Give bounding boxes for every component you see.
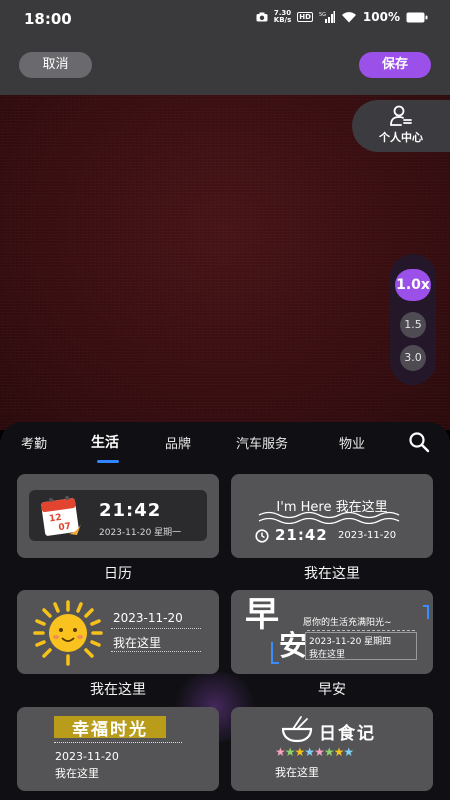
tab-life[interactable]: 生活 (91, 432, 119, 452)
sun-card-date: 2023-11-20 (113, 611, 183, 625)
network-speed: 7.30 KB/s (273, 9, 292, 24)
clock-icon (255, 529, 269, 543)
food-diary-title: 日食记 (319, 724, 376, 744)
watermark-card-happy-time[interactable]: 幸福时光 2023-11-20 我在这里 (17, 707, 219, 791)
battery-percent: 100% (362, 10, 400, 24)
hd-badge: HD (297, 12, 313, 22)
category-tabs: 考勤 生活 品牌 汽车服务 物业 (0, 422, 450, 464)
corner-bracket (271, 642, 279, 664)
star-decoration: ★★★★★★★★ (275, 745, 354, 759)
signal-icon: 5G (319, 11, 335, 23)
watermark-card-good-morning[interactable]: 早 安 愿你的生活充满阳光~ 2023-11-20 星期四 我在这里 (231, 590, 433, 674)
watermark-card-sun[interactable]: 2023-11-20 我在这里 (17, 590, 219, 674)
wave-decoration (258, 511, 400, 524)
im-here-time: 21:42 (275, 526, 328, 544)
tab-car-service[interactable]: 汽车服务 (236, 433, 288, 452)
calendar-time: 21:42 (99, 500, 162, 521)
zoom-option-1-5x[interactable]: 1.5 (400, 312, 426, 338)
status-bar: 18:00 7.30 KB/s HD 5G 100% (0, 0, 450, 38)
tab-attendance[interactable]: 考勤 (21, 433, 47, 452)
watermark-card-food-diary[interactable]: 日食记 ★★★★★★★★ 我在这里 (231, 707, 433, 791)
good-morning-wish: 愿你的生活充满阳光~ (303, 618, 392, 628)
calendar-icon: 12 07 (41, 496, 81, 536)
divider (307, 630, 415, 631)
user-profile-icon (390, 105, 412, 126)
corner-bracket (423, 605, 429, 619)
calendar-panel: 12 07 21:42 2023-11-20 星期一 (29, 490, 207, 541)
camera-icon (256, 12, 268, 22)
good-morning-char-1: 早 (245, 595, 279, 635)
sun-icon (33, 600, 103, 666)
battery-icon (406, 12, 428, 22)
zoom-selector: 1.0x 1.5 3.0 (390, 254, 436, 385)
active-tab-indicator (97, 460, 119, 463)
card-label-im-here: 我在这里 (304, 566, 360, 582)
cancel-button[interactable]: 取消 (19, 52, 92, 78)
top-bar: 18:00 7.30 KB/s HD 5G 100% 取消 保存 (0, 0, 450, 95)
search-icon[interactable] (408, 431, 430, 453)
watermark-card-calendar[interactable]: 12 07 21:42 2023-11-20 星期一 (17, 474, 219, 558)
zoom-option-3x[interactable]: 3.0 (400, 345, 426, 371)
save-button[interactable]: 保存 (359, 52, 431, 78)
good-morning-text: 我在这里 (309, 650, 346, 660)
happy-time-text: 我在这里 (55, 767, 99, 780)
svg-text:5G: 5G (319, 12, 326, 18)
status-icons: 7.30 KB/s HD 5G 100% (256, 10, 428, 24)
sun-card-text: 我在这里 (113, 636, 162, 650)
calendar-date: 2023-11-20 星期一 (99, 528, 182, 538)
zoom-option-1x[interactable]: 1.0x (395, 269, 431, 301)
food-diary-text: 我在这里 (275, 766, 319, 779)
svg-text:07: 07 (58, 522, 72, 534)
card-label-good-morning: 早安 (318, 682, 346, 698)
card-label-sun: 我在这里 (90, 682, 146, 698)
good-morning-date: 2023-11-20 星期四 (309, 637, 392, 647)
profile-center-label: 个人中心 (379, 131, 423, 144)
tab-brand[interactable]: 品牌 (165, 433, 191, 452)
status-time: 18:00 (24, 10, 72, 28)
wifi-icon (341, 12, 356, 23)
good-morning-char-2: 安 (279, 629, 308, 662)
divider (111, 651, 201, 652)
happy-time-title: 幸福时光 (72, 720, 148, 740)
bowl-icon (281, 716, 313, 743)
watermark-sheet: 考勤 生活 品牌 汽车服务 物业 12 07 21:42 2023-11-20 … (0, 422, 450, 800)
card-label-calendar: 日历 (104, 566, 132, 582)
watermark-card-im-here[interactable]: I'm Here 我在这里 21:42 2023-11-20 (231, 474, 433, 558)
divider (111, 628, 201, 629)
happy-time-date: 2023-11-20 (55, 750, 119, 763)
profile-center-button[interactable]: 个人中心 (352, 100, 450, 152)
tab-property[interactable]: 物业 (339, 433, 365, 452)
divider (54, 742, 182, 743)
im-here-date: 2023-11-20 (338, 530, 397, 541)
